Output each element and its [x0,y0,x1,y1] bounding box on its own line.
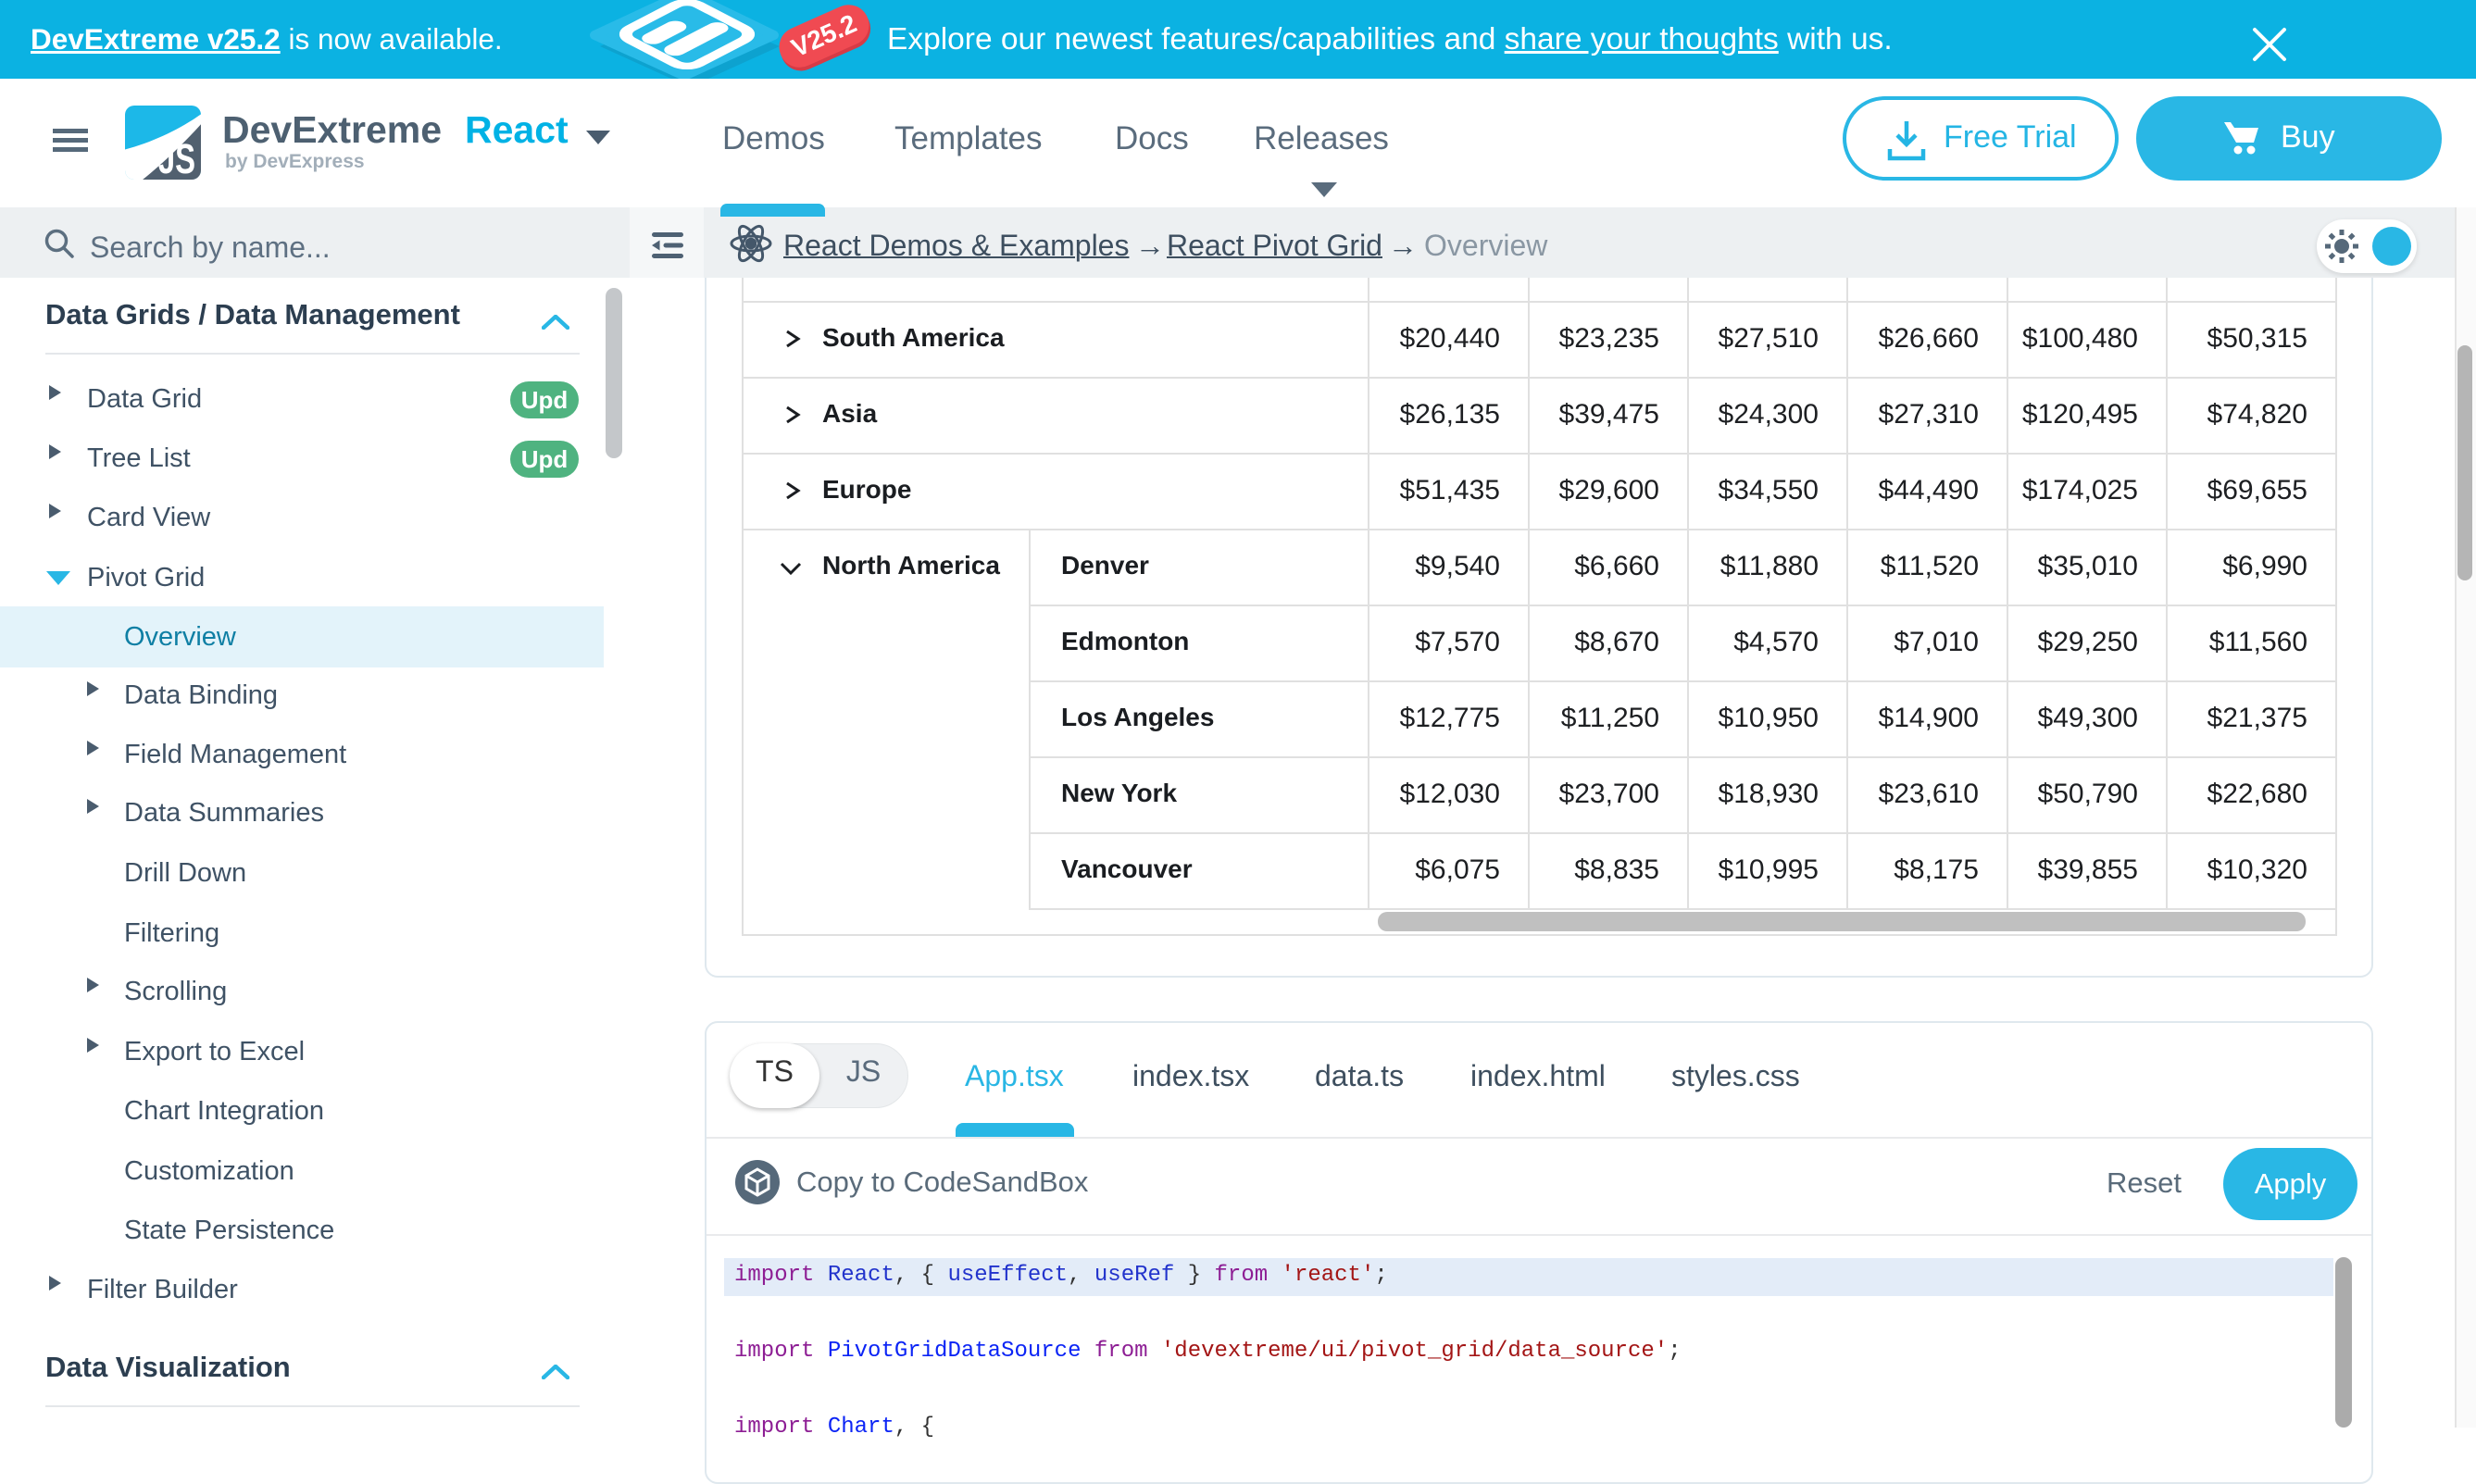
svg-text:JS: JS [158,136,195,180]
